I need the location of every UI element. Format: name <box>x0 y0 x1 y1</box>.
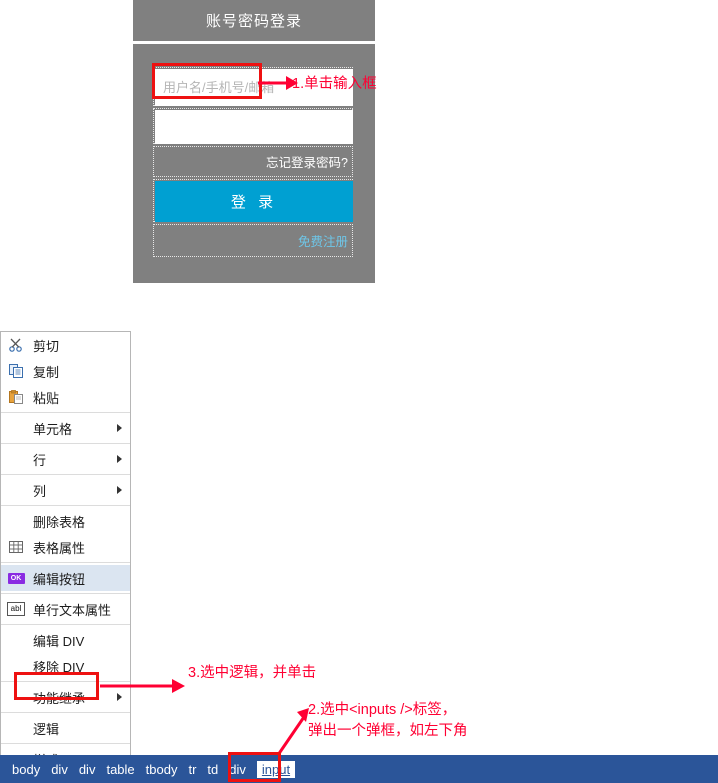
menu-item-label: 单元格 <box>33 421 73 437</box>
annotation-step-3: 3.选中逻辑，并单击 <box>188 665 317 681</box>
menu-item-edit-div[interactable]: 编辑 DIV <box>1 627 130 653</box>
register-row: 免费注册 <box>153 224 353 257</box>
login-panel: 账号密码登录 忘记登录密码? 登 录 免费注册 <box>133 0 375 283</box>
menu-divider <box>1 743 130 744</box>
password-input[interactable] <box>155 110 353 144</box>
password-row <box>153 108 353 144</box>
menu-item-label: 移除 DIV <box>33 659 85 675</box>
breadcrumb-item-input[interactable]: input <box>256 760 296 778</box>
scissors-icon <box>7 337 25 353</box>
menu-divider <box>1 443 130 444</box>
menu-item-label: 功能继承 <box>33 690 86 706</box>
paste-icon <box>7 389 25 405</box>
breadcrumb: body div div table tbody tr td div input <box>0 755 718 783</box>
menu-item-copy[interactable]: 复制 <box>1 358 130 384</box>
copy-icon <box>7 363 25 379</box>
menu-item-logic[interactable]: 逻辑 <box>1 715 130 741</box>
menu-item-delete-table[interactable]: 删除表格 <box>1 508 130 534</box>
login-button[interactable]: 登 录 <box>155 181 353 222</box>
menu-item-label: 表格属性 <box>33 540 86 556</box>
annotation-step-1: 1.单击输入框 <box>292 76 377 92</box>
menu-item-label: 列 <box>33 483 47 499</box>
menu-divider <box>1 624 130 625</box>
login-panel-title: 账号密码登录 <box>133 0 375 41</box>
menu-item-cut[interactable]: 剪切 <box>1 332 130 358</box>
menu-item-label: 编辑按钮 <box>33 571 86 587</box>
breadcrumb-item-td[interactable]: td <box>207 762 218 777</box>
menu-item-label: 复制 <box>33 364 60 380</box>
breadcrumb-item-table[interactable]: table <box>106 762 134 777</box>
menu-divider <box>1 562 130 563</box>
annotation-3-arrow <box>100 679 185 693</box>
menu-item-table-properties[interactable]: 表格属性 <box>1 534 130 560</box>
chevron-right-icon <box>117 486 122 494</box>
menu-divider <box>1 505 130 506</box>
context-menu[interactable]: 剪切 复制 粘贴 单元格 行 列 删除表格 表格属性 OK 编辑按钮 abl 单… <box>0 331 131 783</box>
breadcrumb-item-div-3[interactable]: div <box>229 762 246 777</box>
menu-divider <box>1 412 130 413</box>
breadcrumb-item-body[interactable]: body <box>12 762 40 777</box>
annotation-step-2-line1: 2.选中<inputs />标签， <box>308 702 457 718</box>
forgot-password-link[interactable]: 忘记登录密码? <box>266 152 348 171</box>
menu-divider <box>1 712 130 713</box>
breadcrumb-item-div-1[interactable]: div <box>51 762 68 777</box>
chevron-right-icon <box>117 424 122 432</box>
table-grid-icon <box>7 539 25 555</box>
menu-item-cell[interactable]: 单元格 <box>1 415 130 441</box>
menu-divider <box>1 593 130 594</box>
menu-divider <box>1 474 130 475</box>
breadcrumb-item-div-2[interactable]: div <box>79 762 96 777</box>
menu-item-label: 剪切 <box>33 338 60 354</box>
menu-item-label: 行 <box>33 452 47 468</box>
screenshot-root: 账号密码登录 忘记登录密码? 登 录 免费注册 1.单击输入框 <box>0 0 718 783</box>
forgot-password-row: 忘记登录密码? <box>153 146 353 177</box>
annotation-step-2: 2.选中<inputs />标签， 弹出一个弹框，如左下角 <box>308 700 468 742</box>
annotation-2-arrow <box>276 708 309 756</box>
breadcrumb-item-tbody[interactable]: tbody <box>146 762 178 777</box>
menu-item-edit-button[interactable]: OK 编辑按钮 <box>1 565 130 591</box>
menu-item-paste[interactable]: 粘贴 <box>1 384 130 410</box>
login-button-row: 登 录 <box>153 179 353 222</box>
free-register-link[interactable]: 免费注册 <box>298 231 348 250</box>
ok-button-icon: OK <box>7 570 25 586</box>
menu-item-label: 单行文本属性 <box>33 602 112 618</box>
menu-item-label: 删除表格 <box>33 514 86 530</box>
menu-item-label: 逻辑 <box>33 721 60 737</box>
breadcrumb-item-tr[interactable]: tr <box>188 762 196 777</box>
abl-textbox-icon: abl <box>7 601 25 617</box>
annotation-step-2-line2: 弹出一个弹框，如左下角 <box>308 723 468 740</box>
chevron-right-icon <box>117 455 122 463</box>
menu-item-column[interactable]: 列 <box>1 477 130 503</box>
menu-item-label: 粘贴 <box>33 390 60 406</box>
menu-item-row[interactable]: 行 <box>1 446 130 472</box>
menu-item-single-line-text-properties[interactable]: abl 单行文本属性 <box>1 596 130 622</box>
menu-item-label: 编辑 DIV <box>33 633 85 649</box>
